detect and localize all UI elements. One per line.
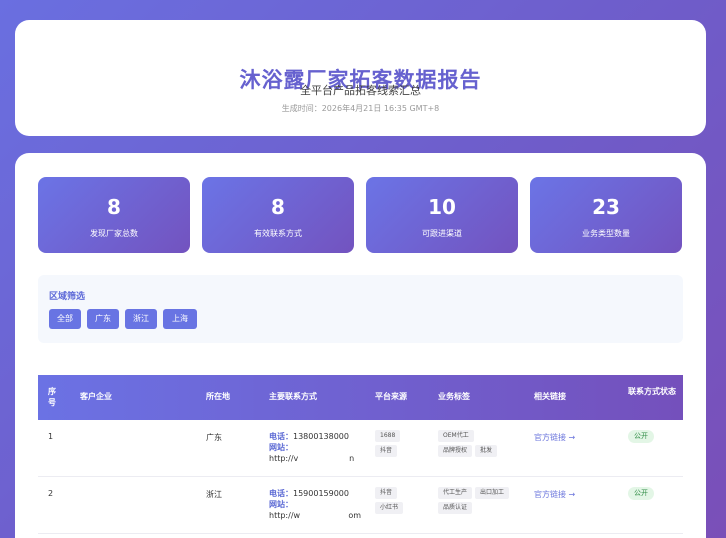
row-index: 2 <box>48 489 54 498</box>
stat-label: 业务类型数量 <box>582 229 630 238</box>
official-link[interactable]: 官方链接 → <box>534 489 575 500</box>
table-row: 2 浙江 电话：15900159000 网站： http://w om 抖音 小… <box>38 477 683 534</box>
report-header: 沐浴露厂家拓客数据报告 全平台产品拓客线索汇总 生成时间：2026年4月21日 … <box>15 20 706 136</box>
stat-value: 8 <box>271 195 285 219</box>
row-tags: 代工生产 出口加工 品质认证 <box>438 487 528 517</box>
official-link[interactable]: 官方链接 → <box>534 432 575 443</box>
phone-value: 15900159000 <box>293 489 349 498</box>
platform-tag: 1688 <box>375 430 401 442</box>
header-index: 序号 <box>48 387 56 407</box>
business-tag: 批发 <box>475 445 498 457</box>
business-tag: 品质认证 <box>438 502 473 514</box>
filter-zhejiang-button[interactable]: 浙江 <box>125 309 157 329</box>
row-status: 公开 <box>628 430 654 443</box>
stat-label: 可跟进渠道 <box>422 229 462 238</box>
business-tag: 代工生产 <box>438 487 473 499</box>
stat-card-contacts: 8 有效联系方式 <box>202 177 354 253</box>
platform-tag: 抖音 <box>375 487 398 499</box>
table-header: 序号 客户企业 所在地 主要联系方式 平台来源 业务标签 相关链接 联系方式状态 <box>38 375 683 420</box>
stat-card-business-types: 23 业务类型数量 <box>530 177 682 253</box>
generated-time: 生成时间：2026年4月21日 16:35 GMT+8 <box>281 104 440 113</box>
row-contact: 电话：13800138000 网站： http://v n <box>269 431 354 464</box>
website-label: 网站： <box>269 443 293 452</box>
header-links: 相关链接 <box>534 392 566 401</box>
filter-all-button[interactable]: 全部 <box>49 309 81 329</box>
leads-table: 序号 客户企业 所在地 主要联系方式 平台来源 业务标签 相关链接 联系方式状态… <box>38 375 683 534</box>
report-subtitle: 全平台产品拓客线索汇总 <box>300 84 421 97</box>
business-tag: 出口加工 <box>475 487 510 499</box>
row-index: 1 <box>48 432 54 441</box>
website-label: 网站： <box>269 500 293 509</box>
row-contact: 电话：15900159000 网站： http://w om <box>269 488 361 521</box>
row-status: 公开 <box>628 487 654 500</box>
row-location: 浙江 <box>206 490 222 499</box>
website-value: http://v n <box>269 454 355 463</box>
stat-label: 发现厂家总数 <box>90 229 138 238</box>
phone-value: 13800138000 <box>293 432 349 441</box>
row-tags: OEM代工 品牌授权 批发 <box>438 430 528 460</box>
phone-label: 电话： <box>269 432 293 441</box>
phone-label: 电话： <box>269 489 293 498</box>
stat-value: 23 <box>592 195 620 219</box>
stat-value: 10 <box>428 195 456 219</box>
row-platforms: 抖音 小红书 <box>375 487 425 517</box>
header-tags: 业务标签 <box>438 392 470 401</box>
stat-card-manufacturers: 8 发现厂家总数 <box>38 177 190 253</box>
stat-card-channels: 10 可跟进渠道 <box>366 177 518 253</box>
business-tag: 品牌授权 <box>438 445 473 457</box>
header-company: 客户企业 <box>80 392 112 401</box>
header-location: 所在地 <box>206 392 230 401</box>
filter-guangdong-button[interactable]: 广东 <box>87 309 119 329</box>
region-filter: 区域筛选 全部 广东 浙江 上海 <box>38 275 683 343</box>
status-badge: 公开 <box>628 487 654 500</box>
stat-label: 有效联系方式 <box>254 229 302 238</box>
table-row: 1 广东 电话：13800138000 网站： http://v n 1688 … <box>38 420 683 477</box>
header-contact: 主要联系方式 <box>269 392 317 401</box>
row-platforms: 1688 抖音 <box>375 430 425 460</box>
report-body: 8 发现厂家总数 8 有效联系方式 10 可跟进渠道 23 业务类型数量 区域筛… <box>15 153 706 538</box>
website-value: http://w om <box>269 511 362 520</box>
header-status: 联系方式状态 <box>628 387 676 396</box>
row-location: 广东 <box>206 433 222 442</box>
platform-tag: 小红书 <box>375 502 404 514</box>
stat-value: 8 <box>107 195 121 219</box>
header-platform: 平台来源 <box>375 392 407 401</box>
business-tag: OEM代工 <box>438 430 474 442</box>
filter-shanghai-button[interactable]: 上海 <box>163 309 197 329</box>
filter-title: 区域筛选 <box>49 292 86 302</box>
platform-tag: 抖音 <box>375 445 398 457</box>
status-badge: 公开 <box>628 430 654 443</box>
